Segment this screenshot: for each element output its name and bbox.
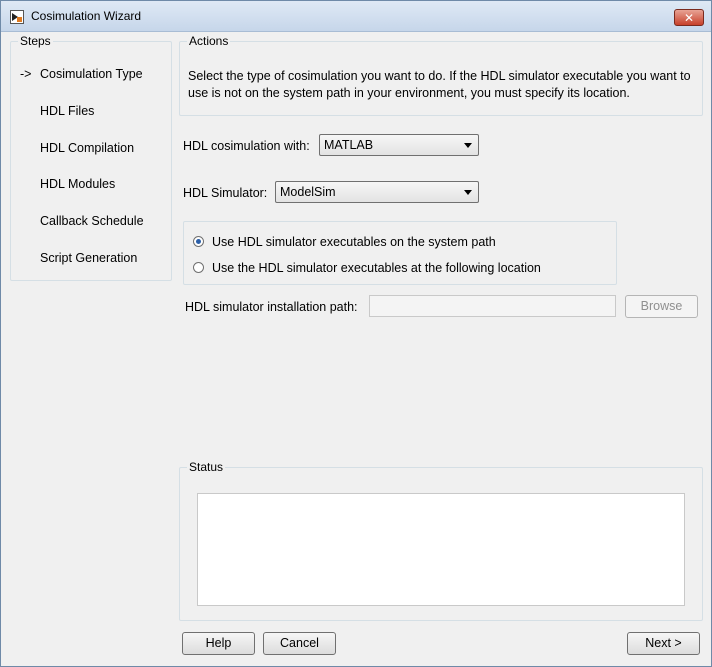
cancel-button[interactable]: Cancel [263, 632, 336, 655]
step-hdl-modules: HDL Modules [40, 177, 116, 191]
chevron-down-icon [464, 143, 472, 148]
step-cosimulation-type: Cosimulation Type [40, 67, 143, 81]
cosim-with-label: HDL cosimulation with: [183, 139, 310, 153]
simulator-location-group [183, 221, 617, 285]
step-hdl-compilation: HDL Compilation [40, 141, 135, 155]
current-step-arrow-icon: -> [20, 67, 32, 81]
radio-system-path[interactable] [193, 236, 204, 247]
actions-description: Select the type of cosimulation you want… [188, 69, 691, 100]
window-title: Cosimulation Wizard [31, 9, 142, 23]
hdl-simulator-value: ModelSim [280, 185, 336, 199]
cosim-with-value: MATLAB [324, 138, 374, 152]
radio-custom-location-label[interactable]: Use the HDL simulator executables at the… [212, 261, 541, 275]
chevron-down-icon [464, 190, 472, 195]
status-text-area [197, 493, 685, 606]
status-heading: Status [187, 460, 226, 474]
steps-heading: Steps [18, 34, 53, 48]
cosim-with-dropdown[interactable]: MATLAB [319, 134, 479, 156]
cosimulation-wizard-window: Cosimulation Wizard ✕ Steps -> Cosimulat… [0, 0, 712, 667]
hdl-simulator-dropdown[interactable]: ModelSim [275, 181, 479, 203]
title-bar: Cosimulation Wizard ✕ [1, 1, 711, 32]
actions-heading: Actions [187, 34, 231, 48]
next-button[interactable]: Next > [627, 632, 700, 655]
step-hdl-files: HDL Files [40, 104, 95, 118]
radio-custom-location[interactable] [193, 262, 204, 273]
help-button[interactable]: Help [182, 632, 255, 655]
install-path-input[interactable] [369, 295, 616, 317]
hdl-simulator-label: HDL Simulator: [183, 186, 268, 200]
close-button[interactable]: ✕ [674, 9, 704, 26]
step-callback-schedule: Callback Schedule [40, 214, 144, 228]
install-path-label: HDL simulator installation path: [185, 300, 358, 314]
matlab-app-icon [10, 10, 24, 24]
browse-button[interactable]: Browse [625, 295, 698, 318]
step-script-generation: Script Generation [40, 251, 138, 265]
radio-system-path-label[interactable]: Use HDL simulator executables on the sys… [212, 235, 496, 249]
